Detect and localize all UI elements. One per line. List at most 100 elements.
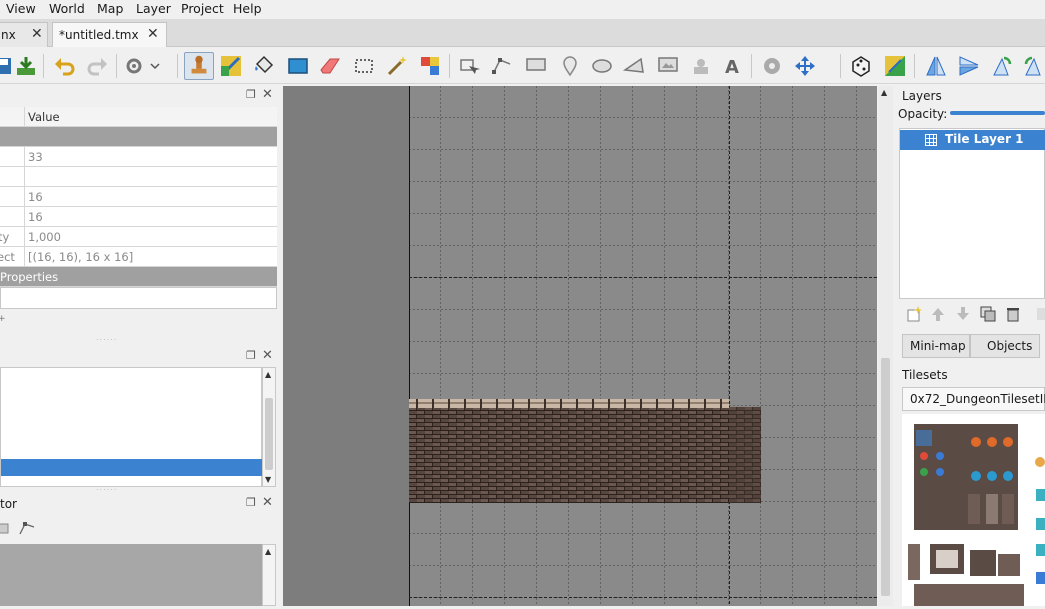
open-file-icon[interactable]	[0, 520, 10, 536]
scroll-up-icon[interactable]: ▲	[265, 370, 271, 379]
map-canvas[interactable]	[283, 86, 877, 606]
opacity-label: Opacity:	[898, 107, 948, 121]
raise-layer-icon[interactable]	[930, 306, 946, 322]
edit-polygons-icon[interactable]	[18, 520, 36, 536]
undo-icon[interactable]	[52, 54, 76, 78]
property-row[interactable]: ty 1,000	[0, 227, 277, 247]
property-row[interactable]: 16	[0, 187, 277, 207]
float-icon[interactable]: ❐	[246, 496, 256, 509]
close-icon[interactable]: ✕	[262, 495, 273, 510]
toolbar-separator	[840, 54, 841, 78]
property-row[interactable]: ect [(16, 16), 16 x 16]	[0, 247, 277, 267]
close-icon[interactable]: ✕	[31, 26, 43, 42]
custom-properties-area[interactable]	[0, 287, 277, 309]
selected-list-item[interactable]	[1, 459, 262, 476]
map-vertical-scrollbar[interactable]: ▲	[878, 86, 893, 606]
scrollbar-thumb[interactable]	[881, 358, 890, 596]
menu-world[interactable]: World	[49, 1, 85, 16]
menu-map[interactable]: Map	[97, 1, 123, 16]
panel-title: tor	[0, 497, 17, 511]
list-scrollbar[interactable]: ▲ ▼	[262, 367, 276, 487]
menu-project[interactable]: Project	[181, 1, 224, 16]
custom-properties-label: Properties	[0, 270, 59, 284]
editor-panel: tor ❐ ✕ ▲	[0, 492, 278, 606]
insert-polygon-icon[interactable]	[622, 54, 646, 78]
close-icon[interactable]: ✕	[147, 26, 159, 42]
tab-mini-map[interactable]: Mini-map	[902, 334, 970, 358]
scroll-up-icon[interactable]: ▲	[265, 547, 271, 556]
add-property-icon[interactable]: +	[0, 314, 6, 324]
splitter-handle[interactable]: ......	[96, 483, 117, 492]
column-divider	[24, 107, 25, 127]
terrain-brush-icon[interactable]	[219, 54, 243, 78]
wang-fill-icon[interactable]	[883, 54, 907, 78]
flip-horizontal-icon[interactable]	[924, 54, 948, 78]
column-divider	[24, 247, 25, 267]
editor-scrollbar[interactable]: ▲	[262, 544, 276, 606]
eraser-icon[interactable]	[318, 54, 342, 78]
command-icon[interactable]	[124, 54, 148, 78]
property-row[interactable]: 16	[0, 207, 277, 227]
move-icon[interactable]	[793, 54, 817, 78]
editor-canvas[interactable]	[0, 544, 262, 606]
column-divider	[24, 227, 25, 247]
column-divider	[24, 207, 25, 227]
shape-fill-icon[interactable]	[286, 54, 310, 78]
stamp-brush-icon[interactable]	[184, 52, 214, 80]
layers-list[interactable]: Tile Layer 1	[899, 128, 1045, 299]
insert-text-icon[interactable]: A	[721, 54, 745, 78]
export-icon[interactable]	[14, 54, 38, 78]
edit-polygons-icon[interactable]	[490, 54, 514, 78]
insert-ellipse-icon[interactable]	[590, 54, 614, 78]
value-column-header: Value	[28, 110, 60, 124]
random-mode-icon[interactable]	[849, 54, 873, 78]
tab-document-1[interactable]: nx ✕	[0, 22, 48, 47]
magic-wand-icon[interactable]	[385, 54, 409, 78]
lower-layer-icon[interactable]	[955, 306, 971, 322]
rotate-left-icon[interactable]	[990, 54, 1014, 78]
list-view[interactable]	[0, 367, 262, 487]
bucket-fill-icon[interactable]	[252, 54, 276, 78]
scroll-down-icon[interactable]: ▼	[265, 475, 271, 484]
tileset-view[interactable]	[902, 414, 1045, 606]
select-objects-icon[interactable]	[457, 54, 481, 78]
insert-rectangle-icon[interactable]	[524, 54, 548, 78]
toolbar-separator	[449, 54, 450, 78]
tab-objects[interactable]: Objects	[970, 334, 1040, 358]
insert-tile-icon[interactable]	[656, 54, 680, 78]
right-dock: Layers Opacity: Tile Layer 1 Mini-map Ob…	[897, 86, 1045, 606]
rectangle-select-icon[interactable]	[352, 54, 376, 78]
opacity-slider[interactable]	[950, 111, 1045, 115]
flip-vertical-icon[interactable]	[957, 54, 981, 78]
tileset-tab[interactable]: 0x72_DungeonTilesetII_v1	[902, 387, 1045, 411]
chevron-down-icon[interactable]	[148, 54, 162, 78]
property-row[interactable]	[0, 167, 277, 187]
custom-properties-header[interactable]: Properties	[0, 267, 277, 287]
new-layer-icon[interactable]	[906, 306, 922, 322]
float-icon[interactable]: ❐	[246, 88, 256, 101]
splitter-handle[interactable]: ......	[96, 333, 117, 342]
map-view[interactable]	[283, 86, 877, 606]
menu-help[interactable]: Help	[233, 1, 262, 16]
duplicate-layer-icon[interactable]	[980, 306, 996, 322]
property-row[interactable]: 33	[0, 147, 277, 167]
scroll-up-icon[interactable]: ▲	[881, 88, 887, 97]
menu-layer[interactable]: Layer	[136, 1, 171, 16]
float-icon[interactable]: ❐	[246, 349, 256, 362]
more-icon[interactable]	[1037, 308, 1045, 320]
delete-layer-icon[interactable]	[1005, 306, 1021, 322]
close-icon[interactable]: ✕	[262, 348, 273, 363]
select-same-tile-icon[interactable]	[418, 54, 442, 78]
redo-icon[interactable]	[86, 54, 110, 78]
tab-untitled[interactable]: *untitled.tmx ✕	[52, 22, 167, 47]
document-tabs: nx ✕ *untitled.tmx ✕	[0, 19, 1045, 47]
layer-row-selected[interactable]: Tile Layer 1	[900, 130, 1045, 150]
world-tool-icon[interactable]	[760, 54, 784, 78]
rotate-right-icon[interactable]	[1022, 54, 1045, 78]
menu-view[interactable]: View	[6, 1, 36, 16]
properties-group-header[interactable]	[0, 127, 277, 147]
scrollbar-thumb[interactable]	[265, 398, 273, 470]
insert-template-icon[interactable]	[689, 54, 713, 78]
insert-point-icon[interactable]	[558, 54, 582, 78]
close-icon[interactable]: ✕	[262, 87, 273, 102]
